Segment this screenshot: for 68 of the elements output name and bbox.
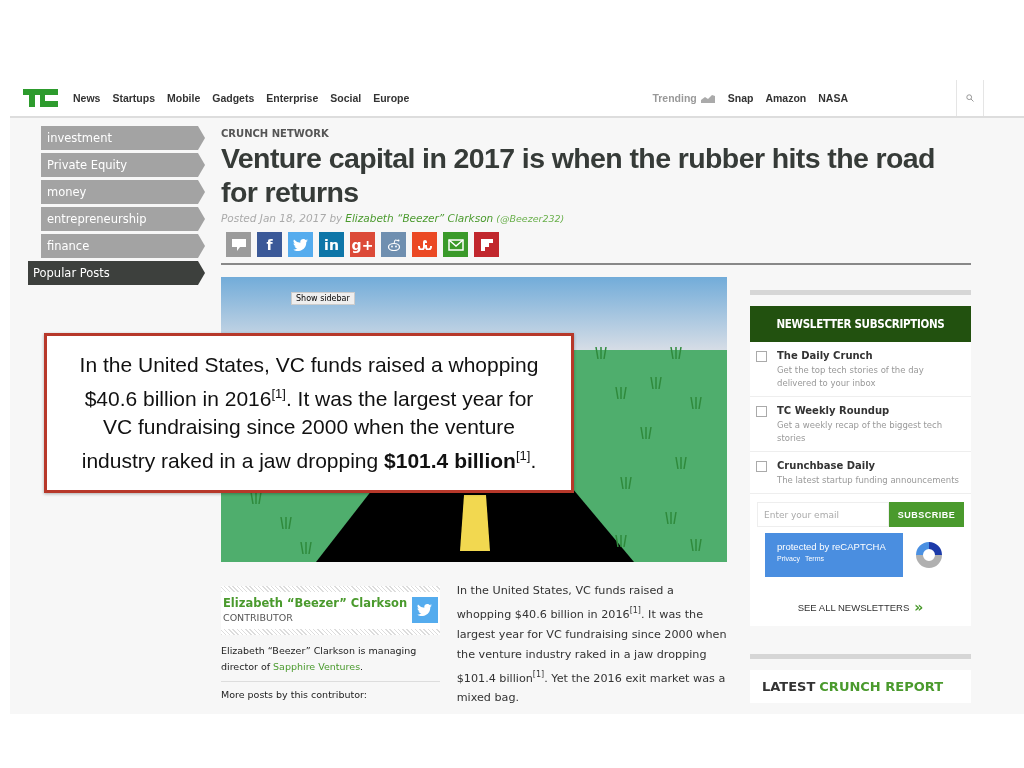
share-button[interactable] <box>474 232 499 257</box>
trending-link[interactable]: NASA <box>818 92 848 104</box>
double-chevron-icon: » <box>914 601 924 613</box>
share-button[interactable]: g+ <box>350 232 375 257</box>
article-paragraph: In the United States, VC funds raised a whopping $40.6 billion in 2016$^{[1]}$. It was the largest year for VC fundraising since 2000 when the venture industry raked in a jaw dropping $101.4 billion$^{[1]}$. Yet the 2016 exit market was a mixed bag. <box>456 583 727 707</box>
newsletter-description: Get a weekly recap of the biggest tech stories <box>777 419 944 445</box>
tag-link[interactable]: finance <box>41 234 205 258</box>
newsletter-description: Get the top tech stories of the day delivered to your inbox <box>777 364 925 390</box>
trending-link[interactable]: Amazon <box>765 92 807 104</box>
section-heading-link[interactable]: CRUNCH REPORT <box>819 679 944 694</box>
search-icon <box>966 94 974 102</box>
tag-link[interactable]: money <box>41 180 205 204</box>
newsletter-description: The latest startup funding announcements <box>777 474 959 487</box>
nav-link[interactable]: Gadgets <box>212 92 255 104</box>
chart-icon <box>700 93 715 103</box>
bird-icon <box>293 238 308 251</box>
more-posts-label: More posts by this contributor: <box>221 689 368 700</box>
speech-bubble-icon <box>231 238 246 251</box>
nav-link[interactable]: Mobile <box>167 92 201 104</box>
handle-link[interactable]: (@Beezer232) <box>496 213 565 224</box>
bird-icon <box>417 603 433 616</box>
popular-posts-tab[interactable]: Popular Posts <box>28 261 205 285</box>
checkbox[interactable] <box>756 351 767 362</box>
author-link[interactable]: Elizabeth “Beezer” Clarkson <box>345 212 494 224</box>
trending-link[interactable]: Snap <box>727 92 754 104</box>
flip-icon <box>480 238 493 251</box>
newsletter-name: The Daily Crunch <box>777 350 874 361</box>
share-button[interactable] <box>226 232 251 257</box>
author-name[interactable]: Elizabeth “Beezer” Clarkson <box>223 596 412 610</box>
share-button[interactable] <box>443 232 468 257</box>
search-button[interactable] <box>956 80 984 116</box>
recaptcha-label: protected by reCAPTCHA <box>777 541 887 552</box>
share-button[interactable] <box>288 232 313 257</box>
tag-link[interactable]: Private Equity <box>41 153 205 177</box>
share-button[interactable] <box>412 232 437 257</box>
checkbox[interactable] <box>756 461 767 472</box>
subscribe-button[interactable]: SUBSCRIBE <box>889 502 964 527</box>
nav-link[interactable]: Enterprise <box>266 92 319 104</box>
stumble-icon <box>417 239 432 250</box>
tag-link[interactable]: entrepreneurship <box>41 207 205 231</box>
show-sidebar-button[interactable]: Show sidebar <box>291 292 355 305</box>
share-button[interactable]: f <box>257 232 282 257</box>
logo-icon[interactable] <box>23 89 58 107</box>
callout-text: In the United States, VC funds raised a whopping $40.6 billion in 2016$^{[1]}$. It was the largest year for VC fundraising since 2000 when the venture industry raked in a jaw dropping $101.4 billion$^{[1]}$. <box>78 352 540 474</box>
nav-link[interactable]: Social <box>330 92 362 104</box>
share-button[interactable] <box>381 232 406 257</box>
category-label: CRUNCH NETWORK <box>221 128 330 139</box>
checkbox[interactable] <box>756 406 767 417</box>
share-button[interactable]: in <box>319 232 344 257</box>
posted-date: Posted Jan 18, 2017 by <box>221 212 343 224</box>
tag-link[interactable]: investment <box>41 126 205 150</box>
article-title: Venture capital in 2017 is when the rubber hits the road for returns <box>221 141 936 209</box>
nav-link[interactable]: Startups <box>112 92 156 104</box>
alien-head-icon <box>386 238 401 251</box>
newsletter-name: TC Weekly Roundup <box>777 405 891 416</box>
twitter-button[interactable] <box>411 596 438 623</box>
circular-arrows-icon <box>913 539 945 571</box>
nav-link[interactable]: News <box>73 92 101 104</box>
newsletter-heading: NEWSLETTER SUBSCRIPTIONS <box>750 306 971 342</box>
see-all-newsletters-link[interactable]: SEE ALL NEWSLETTERS <box>797 601 910 613</box>
author-bio: Elizabeth “Beezer” Clarkson is managing director of Sapphire Ventures. <box>221 644 418 674</box>
envelope-icon <box>447 238 464 251</box>
author-role: CONTRIBUTOR <box>223 612 294 623</box>
trending-label: Trending <box>652 92 697 104</box>
email-field[interactable]: Enter your email <box>757 502 889 527</box>
section-heading: LATEST <box>762 679 816 694</box>
newsletter-name: Crunchbase Daily <box>777 460 877 471</box>
nav-link[interactable]: Europe <box>373 92 410 104</box>
